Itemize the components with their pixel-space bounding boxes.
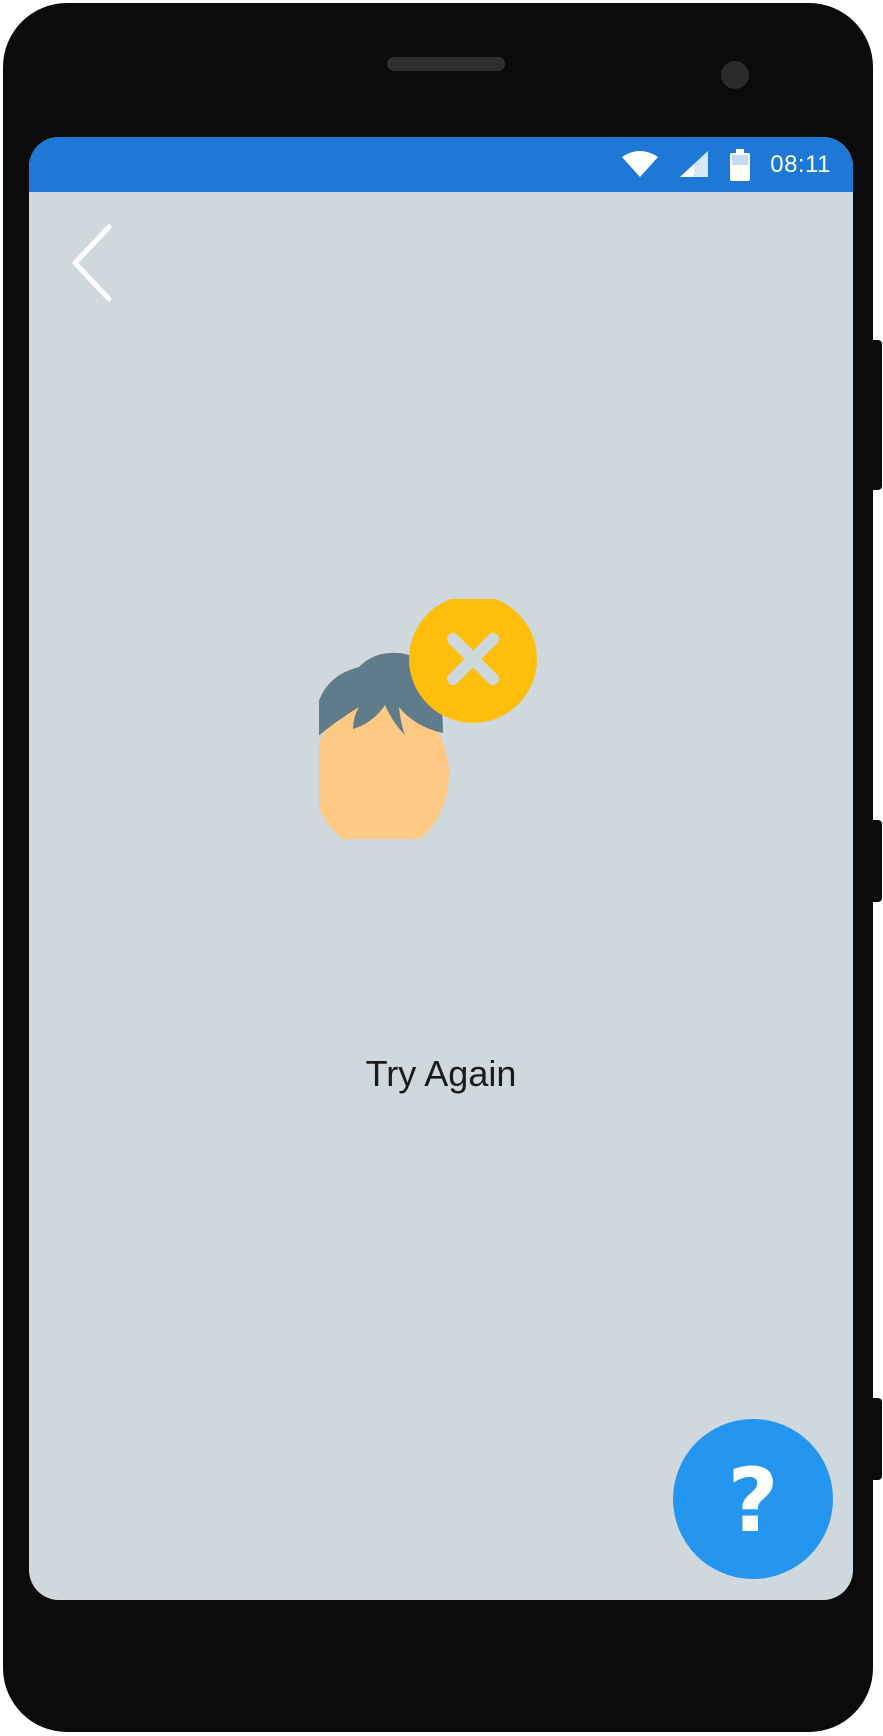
phone-speaker [387, 57, 505, 71]
volume-down-button [868, 820, 882, 902]
question-mark-icon: ? [727, 1449, 779, 1552]
battery-icon [730, 149, 751, 181]
try-again-button[interactable]: Try Again [29, 1053, 853, 1095]
app-screen: 08:11 Try Again ? [29, 137, 853, 1600]
back-button[interactable] [69, 221, 129, 305]
status-bar: 08:11 [29, 137, 853, 192]
help-button[interactable]: ? [673, 1419, 833, 1579]
status-icons: 08:11 [620, 149, 831, 181]
volume-up-button [868, 340, 882, 490]
phone-frame: 08:11 Try Again ? [3, 3, 873, 1732]
status-time: 08:11 [770, 151, 831, 178]
chevron-left-icon [72, 224, 112, 302]
wifi-icon [622, 151, 659, 177]
phone-camera [721, 61, 749, 89]
signal-icon [680, 151, 709, 177]
face-verification-failed-icon [319, 599, 537, 839]
power-button [868, 1398, 882, 1480]
